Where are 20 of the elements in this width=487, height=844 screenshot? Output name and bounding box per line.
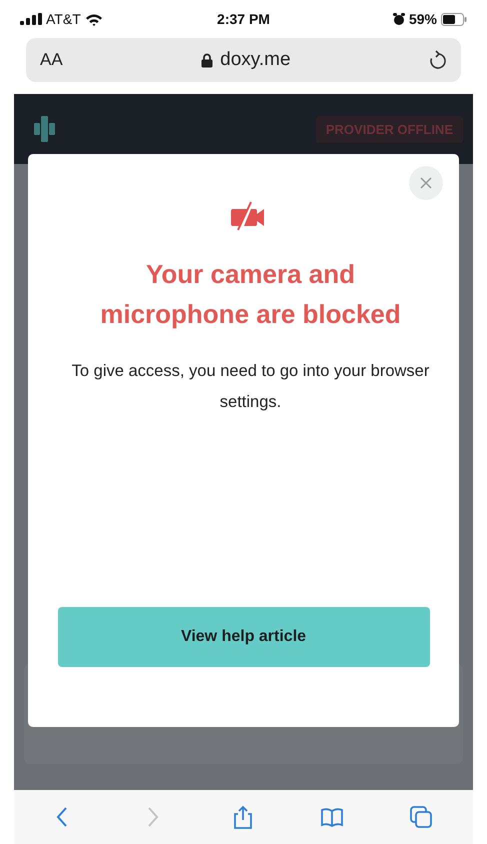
lock-icon <box>201 52 214 68</box>
battery-icon <box>440 12 467 26</box>
tabs-icon[interactable] <box>408 805 433 829</box>
dialog-title: Your camera and microphone are blocked <box>99 258 402 331</box>
text-size-button[interactable]: AA <box>40 50 63 70</box>
wifi-icon <box>84 12 103 26</box>
url-text: doxy.me <box>220 49 291 71</box>
alarm-icon <box>392 12 405 26</box>
reload-icon[interactable] <box>429 50 447 70</box>
close-icon <box>420 177 432 189</box>
signal-icon <box>20 13 42 25</box>
logo-icon <box>34 116 56 142</box>
close-button[interactable] <box>409 166 443 200</box>
carrier-name: AT&T <box>46 11 81 27</box>
dialog-message: To give access, you need to go into your browser settings. <box>70 361 430 413</box>
address-bar[interactable]: AA doxy.me <box>26 38 461 82</box>
status-time: 2:37 PM <box>217 11 270 27</box>
help-article-button[interactable]: View help article <box>58 607 430 667</box>
battery-percent: 59% <box>408 11 437 27</box>
provider-status-badge: PROVIDER OFFLINE <box>316 116 463 142</box>
